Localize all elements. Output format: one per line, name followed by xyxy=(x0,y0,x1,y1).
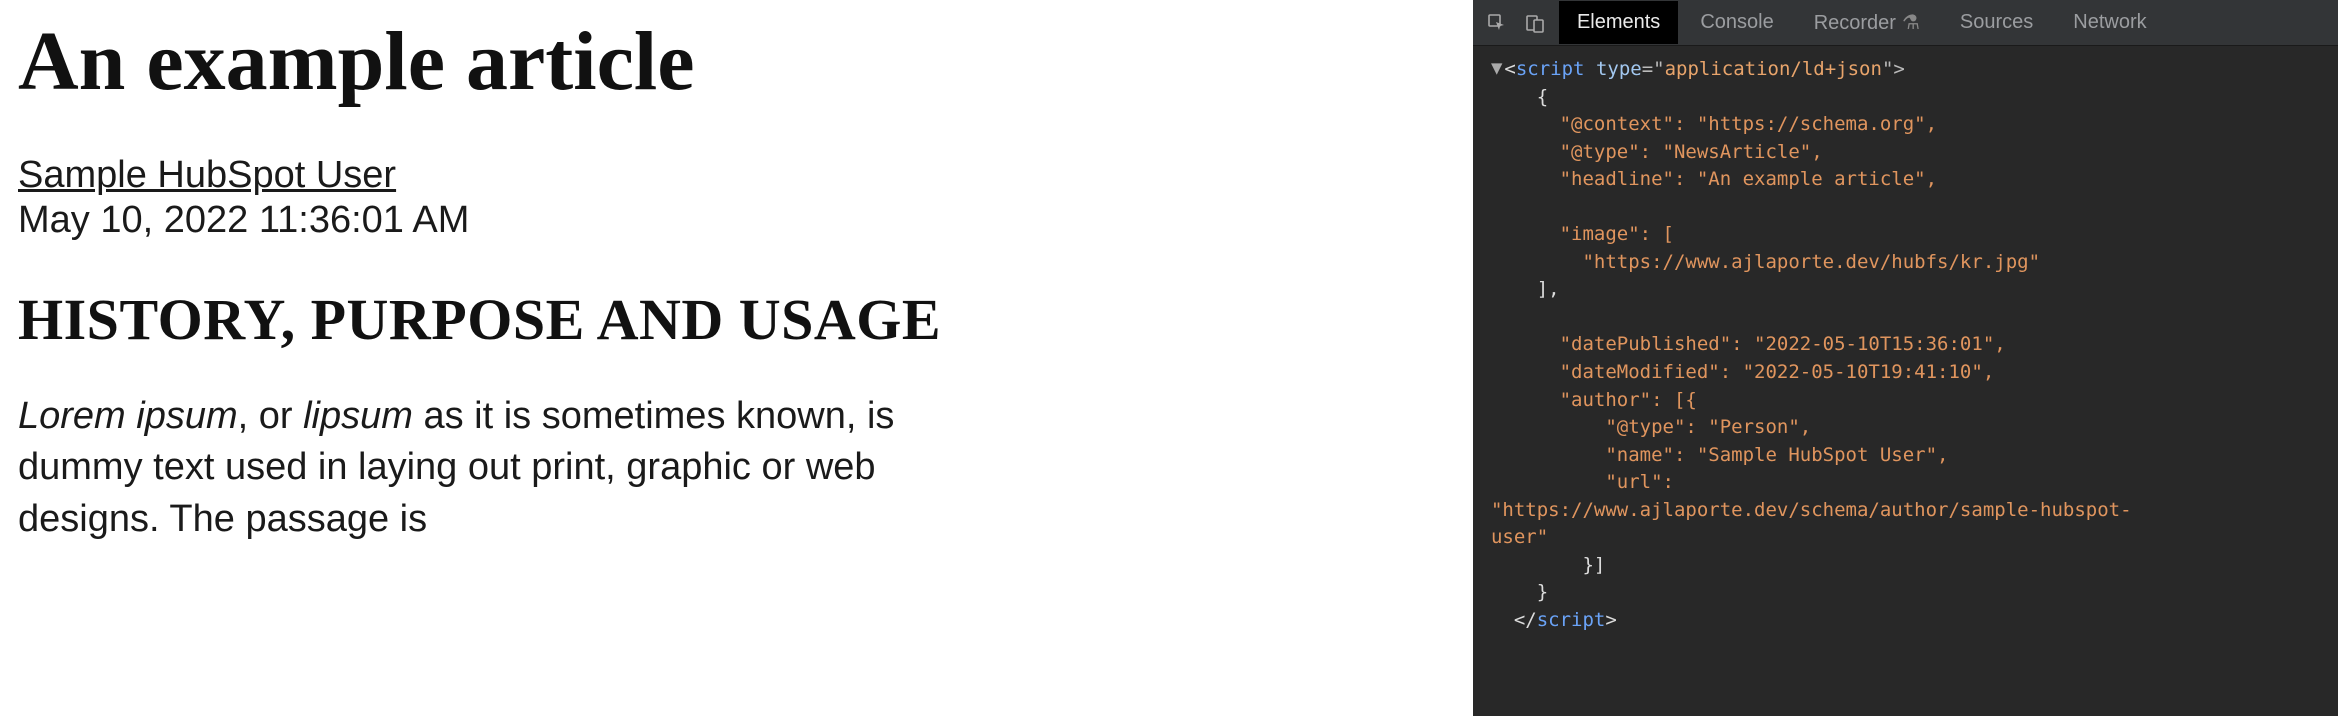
tab-network[interactable]: Network xyxy=(2055,1,2164,44)
article-pane: An example article Sample HubSpot User M… xyxy=(0,0,1473,716)
dom-tree[interactable]: ▼<script type="application/ld+json"> { "… xyxy=(1491,56,2330,634)
devtools-toolbar: Elements Console Recorder ⚗ Sources Netwo… xyxy=(1473,0,2338,46)
body-mid-1: , or xyxy=(238,395,303,437)
inspect-icon[interactable] xyxy=(1483,9,1511,37)
body-italic-1: Lorem ipsum xyxy=(18,395,238,437)
author-link[interactable]: Sample HubSpot User xyxy=(18,154,396,197)
publish-date: May 10, 2022 11:36:01 AM xyxy=(18,199,1455,242)
twisty-icon[interactable]: ▼ xyxy=(1491,55,1502,83)
devtools-pane: Elements Console Recorder ⚗ Sources Netwo… xyxy=(1473,0,2338,716)
tab-recorder-label: Recorder xyxy=(1814,12,1896,34)
tab-elements[interactable]: Elements xyxy=(1559,1,1678,44)
elements-panel[interactable]: ▼<script type="application/ld+json"> { "… xyxy=(1473,46,2338,716)
article-body: Lorem ipsum, or lipsum as it is sometime… xyxy=(18,391,918,545)
tab-console[interactable]: Console xyxy=(1682,1,1791,44)
tab-recorder[interactable]: Recorder ⚗ xyxy=(1796,0,1938,45)
section-heading: HISTORY, PURPOSE AND USAGE xyxy=(18,286,1455,353)
article-title: An example article xyxy=(18,18,1455,106)
device-toggle-icon[interactable] xyxy=(1521,9,1549,37)
body-italic-2: lipsum xyxy=(303,395,413,437)
tab-sources[interactable]: Sources xyxy=(1942,1,2051,44)
flask-icon: ⚗ xyxy=(1902,10,1920,35)
